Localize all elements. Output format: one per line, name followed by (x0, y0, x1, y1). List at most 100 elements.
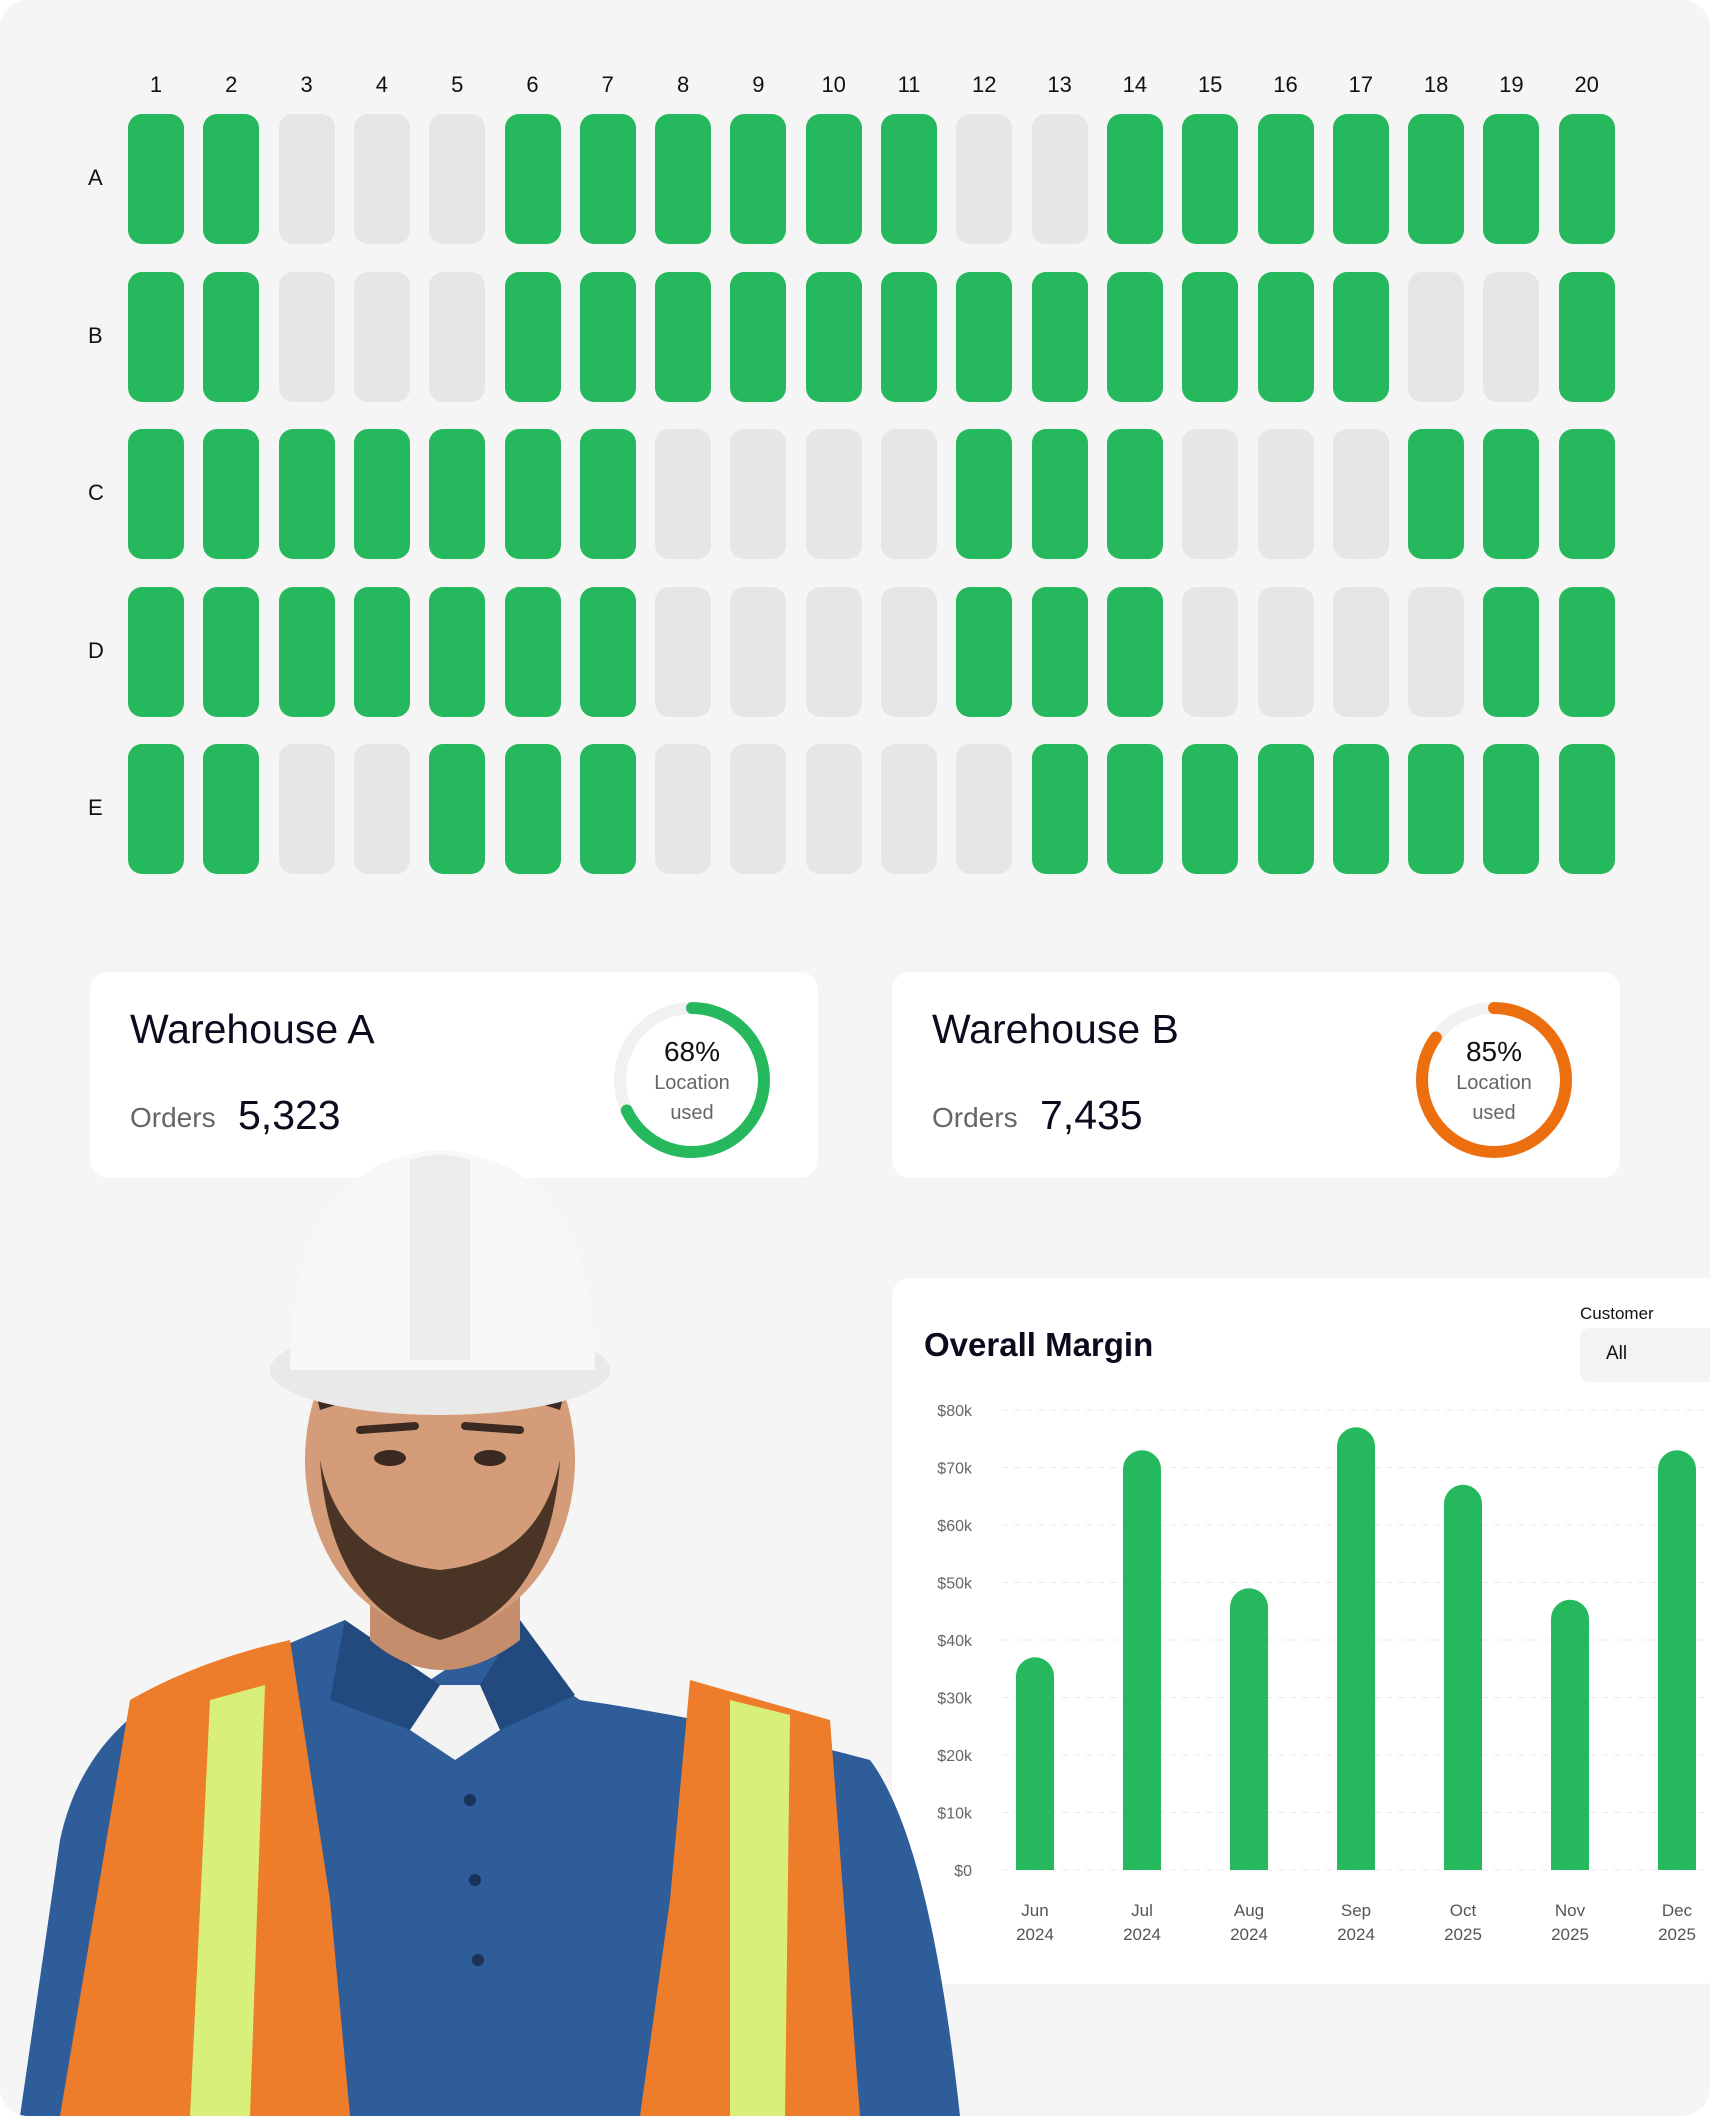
location-slot-C4[interactable] (353, 429, 410, 559)
location-slot-E20[interactable] (1558, 744, 1615, 874)
location-slot-B20[interactable] (1558, 271, 1615, 402)
location-slot-C15[interactable] (1182, 429, 1239, 559)
location-slot-B17[interactable] (1332, 271, 1389, 402)
location-slot-C10[interactable] (805, 429, 862, 559)
location-slot-D14[interactable] (1106, 586, 1163, 717)
location-slot-C1[interactable] (128, 429, 184, 559)
location-slot-A17[interactable] (1332, 114, 1389, 244)
location-slot-C2[interactable] (203, 429, 260, 559)
location-slot-E19[interactable] (1483, 744, 1540, 874)
location-slot-B18[interactable] (1408, 271, 1465, 402)
location-slot-E9[interactable] (730, 744, 787, 874)
location-slot-C9[interactable] (730, 429, 787, 559)
location-slot-B13[interactable] (1031, 271, 1088, 402)
location-slot-A4[interactable] (353, 114, 410, 244)
location-slot-E17[interactable] (1332, 744, 1389, 874)
location-slot-C20[interactable] (1558, 429, 1615, 559)
location-slot-A16[interactable] (1257, 114, 1314, 244)
location-slot-A19[interactable] (1483, 114, 1540, 244)
location-slot-E4[interactable] (353, 744, 410, 874)
location-slot-E6[interactable] (504, 744, 561, 874)
location-slot-A1[interactable] (128, 114, 184, 244)
location-slot-C5[interactable] (429, 429, 486, 559)
location-slot-E14[interactable] (1106, 744, 1163, 874)
location-slot-C13[interactable] (1031, 429, 1088, 559)
location-slot-E7[interactable] (579, 744, 636, 874)
location-slot-E12[interactable] (956, 744, 1013, 874)
location-slot-E16[interactable] (1257, 744, 1314, 874)
location-slot-D2[interactable] (203, 586, 260, 717)
location-slot-D18[interactable] (1408, 586, 1465, 717)
location-slot-B1[interactable] (128, 271, 184, 402)
location-slot-E11[interactable] (881, 744, 937, 874)
location-slot-A12[interactable] (956, 114, 1013, 244)
location-slot-A20[interactable] (1558, 114, 1615, 244)
location-slot-E2[interactable] (203, 744, 260, 874)
location-slot-D4[interactable] (353, 586, 410, 717)
location-slot-B16[interactable] (1257, 271, 1314, 402)
location-slot-B3[interactable] (278, 271, 335, 402)
location-slot-C8[interactable] (655, 429, 712, 559)
location-slot-B2[interactable] (203, 271, 260, 402)
location-slot-D13[interactable] (1031, 586, 1088, 717)
warehouse-b-card[interactable]: Warehouse B Orders 7,435 85% Location us… (892, 972, 1620, 1178)
location-slot-C18[interactable] (1408, 429, 1465, 559)
location-slot-D8[interactable] (655, 586, 712, 717)
location-slot-A2[interactable] (203, 114, 260, 244)
location-slot-C16[interactable] (1257, 429, 1314, 559)
location-slot-E5[interactable] (429, 744, 486, 874)
location-slot-C3[interactable] (278, 429, 335, 559)
location-slot-C7[interactable] (579, 429, 636, 559)
location-slot-D11[interactable] (881, 586, 937, 717)
location-slot-B6[interactable] (504, 271, 561, 402)
location-slot-A10[interactable] (805, 114, 862, 244)
location-slot-A3[interactable] (278, 114, 335, 244)
location-slot-E18[interactable] (1408, 744, 1465, 874)
location-slot-C12[interactable] (956, 429, 1013, 559)
location-slot-E1[interactable] (128, 744, 184, 874)
location-slot-C11[interactable] (881, 429, 937, 559)
location-slot-D20[interactable] (1558, 586, 1615, 717)
location-slot-D6[interactable] (504, 586, 561, 717)
customer-select[interactable]: All (1580, 1328, 1710, 1382)
location-slot-D3[interactable] (278, 586, 335, 717)
location-slot-B8[interactable] (655, 271, 712, 402)
location-slot-C14[interactable] (1106, 429, 1163, 559)
location-slot-B4[interactable] (353, 271, 410, 402)
location-slot-D16[interactable] (1257, 586, 1314, 717)
location-slot-D17[interactable] (1332, 586, 1389, 717)
location-slot-C19[interactable] (1483, 429, 1540, 559)
location-slot-A11[interactable] (881, 114, 937, 244)
location-slot-D1[interactable] (128, 586, 184, 717)
location-slot-D15[interactable] (1182, 586, 1239, 717)
location-slot-B10[interactable] (805, 271, 862, 402)
location-slot-A13[interactable] (1031, 114, 1088, 244)
location-slot-A18[interactable] (1408, 114, 1465, 244)
location-slot-E8[interactable] (655, 744, 712, 874)
location-slot-B15[interactable] (1182, 271, 1239, 402)
location-slot-B9[interactable] (730, 271, 787, 402)
location-slot-C6[interactable] (504, 429, 561, 559)
location-slot-A14[interactable] (1106, 114, 1163, 244)
location-slot-D7[interactable] (579, 586, 636, 717)
location-slot-B11[interactable] (881, 271, 937, 402)
location-slot-B12[interactable] (956, 271, 1013, 402)
location-slot-D19[interactable] (1483, 586, 1540, 717)
location-slot-D5[interactable] (429, 586, 486, 717)
location-slot-E15[interactable] (1182, 744, 1239, 874)
location-slot-B19[interactable] (1483, 271, 1540, 402)
location-slot-A7[interactable] (579, 114, 636, 244)
location-slot-A8[interactable] (655, 114, 712, 244)
location-slot-D9[interactable] (730, 586, 787, 717)
location-slot-B7[interactable] (579, 271, 636, 402)
location-slot-E13[interactable] (1031, 744, 1088, 874)
location-slot-A15[interactable] (1182, 114, 1239, 244)
location-slot-B14[interactable] (1106, 271, 1163, 402)
location-slot-C17[interactable] (1332, 429, 1389, 559)
location-slot-A6[interactable] (504, 114, 561, 244)
location-slot-D10[interactable] (805, 586, 862, 717)
location-slot-B5[interactable] (429, 271, 486, 402)
location-slot-A5[interactable] (429, 114, 486, 244)
location-slot-A9[interactable] (730, 114, 787, 244)
location-slot-D12[interactable] (956, 586, 1013, 717)
